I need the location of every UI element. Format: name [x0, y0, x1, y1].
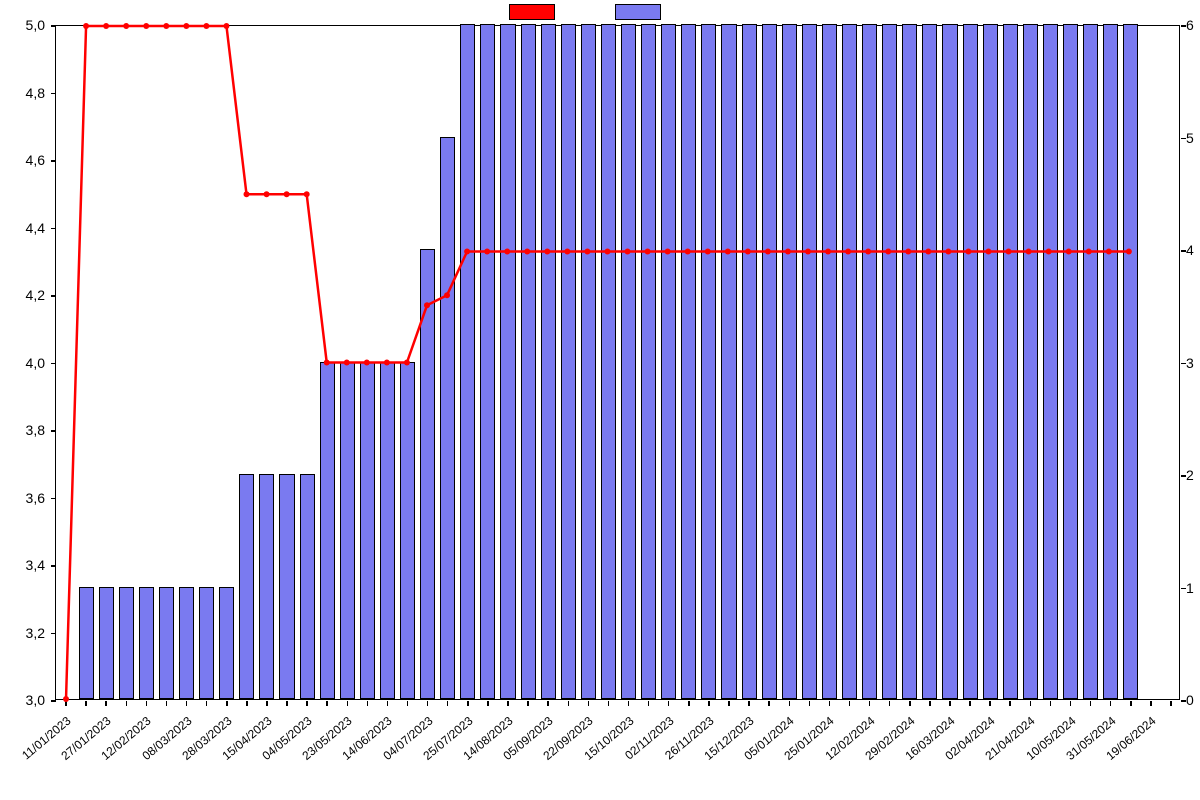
line-layer	[56, 26, 1179, 699]
line-point	[223, 23, 229, 29]
line-point	[745, 248, 751, 254]
line-point	[825, 248, 831, 254]
line-point	[1106, 248, 1112, 254]
y-right-tick	[1181, 25, 1186, 27]
line-point	[865, 248, 871, 254]
line-point	[324, 360, 330, 366]
line-point	[504, 248, 510, 254]
y-right-tick	[1181, 588, 1186, 590]
line-point	[1126, 248, 1132, 254]
line-point	[163, 23, 169, 29]
y-left-tick-label: 3,2	[0, 626, 50, 640]
line-point	[805, 248, 811, 254]
y-right-tick	[1181, 138, 1186, 140]
line-point	[1086, 248, 1092, 254]
line-point	[404, 360, 410, 366]
line-point	[424, 302, 430, 308]
line-point	[1006, 248, 1012, 254]
line-point	[985, 248, 991, 254]
line-point	[143, 23, 149, 29]
line-point	[123, 23, 129, 29]
y-right-tick	[1181, 475, 1186, 477]
line-point	[584, 248, 590, 254]
y-left-tick-label: 3,8	[0, 423, 50, 437]
plot-area	[55, 25, 1180, 700]
line-point	[725, 248, 731, 254]
y-left-tick-label: 3,0	[0, 693, 50, 707]
line-point	[625, 248, 631, 254]
y-left-tick-label: 3,4	[0, 558, 50, 572]
line-point	[665, 248, 671, 254]
y-left-tick-label: 4,8	[0, 86, 50, 100]
line-point	[63, 696, 69, 702]
line-point	[364, 360, 370, 366]
line-series	[66, 26, 1129, 699]
line-point	[705, 248, 711, 254]
y-left-tick-label: 4,0	[0, 356, 50, 370]
y-right-tick	[1181, 363, 1186, 365]
chart-stage: 3,03,23,43,63,84,04,24,44,64,85,0 012345…	[0, 0, 1200, 800]
line-point	[905, 248, 911, 254]
y-left-tick-label: 4,4	[0, 221, 50, 235]
line-point	[945, 248, 951, 254]
line-point	[203, 23, 209, 29]
y-right-tick	[1181, 700, 1186, 702]
y-left-tick-label: 4,6	[0, 153, 50, 167]
line-point	[785, 248, 791, 254]
y-left-tick-label: 4,2	[0, 288, 50, 302]
line-point	[464, 248, 470, 254]
line-point	[484, 248, 490, 254]
y-right-tick	[1181, 250, 1186, 252]
line-point	[103, 23, 109, 29]
line-point	[264, 191, 270, 197]
line-point	[765, 248, 771, 254]
line-point	[1026, 248, 1032, 254]
line-point	[83, 23, 89, 29]
line-point	[183, 23, 189, 29]
x-axis-labels: 11/01/202327/01/202312/02/202308/03/2023…	[55, 706, 1180, 796]
line-point	[244, 191, 250, 197]
line-point	[384, 360, 390, 366]
legend	[0, 4, 1200, 20]
line-point	[1066, 248, 1072, 254]
line-point	[564, 248, 570, 254]
line-point	[604, 248, 610, 254]
legend-swatch-red	[509, 4, 555, 20]
y-left-tick-label: 5,0	[0, 18, 50, 32]
line-point	[925, 248, 931, 254]
line-point	[544, 248, 550, 254]
line-point	[965, 248, 971, 254]
y-axis-left-labels: 3,03,23,43,63,84,04,24,44,64,85,0	[0, 25, 50, 700]
line-point	[1046, 248, 1052, 254]
legend-swatch-blue	[615, 4, 661, 20]
line-point	[645, 248, 651, 254]
y-left-tick	[51, 700, 56, 702]
line-point	[845, 248, 851, 254]
line-point	[685, 248, 691, 254]
line-point	[344, 360, 350, 366]
line-point	[304, 191, 310, 197]
line-point	[284, 191, 290, 197]
y-left-tick-label: 3,6	[0, 491, 50, 505]
line-point	[885, 248, 891, 254]
line-point	[524, 248, 530, 254]
line-point	[444, 292, 450, 298]
